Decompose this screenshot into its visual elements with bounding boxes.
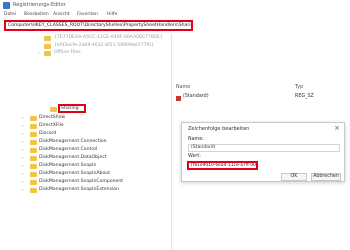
regedit-app-icon <box>3 2 10 9</box>
tree-item-label: DiskManagement.DataObject <box>39 155 107 160</box>
chevron-right-icon[interactable]: › <box>22 122 24 130</box>
folder-icon <box>30 124 37 129</box>
values-header: Name Typ <box>172 85 350 93</box>
edit-string-dialog: Zeichenfolge bearbeiten × Name: (Standar… <box>181 122 345 182</box>
chevron-right-icon[interactable]: › <box>22 138 24 146</box>
tree-item-label: DiskManagement.Connection <box>39 139 107 144</box>
chevron-right-icon[interactable]: › <box>22 114 24 122</box>
menu-view[interactable]: Ansicht <box>53 11 70 19</box>
chevron-right-icon[interactable]: › <box>22 186 24 194</box>
folder-icon <box>30 156 37 161</box>
folder-icon <box>44 36 51 41</box>
ok-button[interactable]: OK <box>281 173 307 181</box>
folder-icon <box>30 164 37 169</box>
column-header-name[interactable]: Name <box>176 85 190 90</box>
folder-icon <box>30 148 37 153</box>
folder-icon <box>30 172 37 177</box>
folder-icon <box>30 188 37 193</box>
cancel-button[interactable]: Abbrechen <box>311 173 341 181</box>
pane-divider[interactable] <box>171 34 172 250</box>
address-bar[interactable]: Computer\HKEY_CLASSES_ROOT\DirectoryShel… <box>4 20 193 31</box>
name-field[interactable]: (Standard) <box>188 144 340 152</box>
value-label: Wert: <box>188 154 201 159</box>
chevron-right-icon[interactable]: › <box>22 154 24 162</box>
chevron-right-icon[interactable]: › <box>22 162 24 170</box>
folder-icon <box>30 132 37 137</box>
chevron-right-icon[interactable]: › <box>22 146 24 154</box>
menu-help[interactable]: Hilfe <box>107 11 117 19</box>
tree-item-label: DiskManagement.SnapInAbout <box>39 171 110 176</box>
tree-item-label: DiskManagement.Control <box>39 147 98 152</box>
name-label: Name: <box>188 137 204 142</box>
close-icon[interactable]: × <box>334 124 340 133</box>
tree-item-label: Discord <box>39 131 57 136</box>
chevron-right-icon[interactable]: › <box>22 130 24 138</box>
tree-item-label: DiskManagement.SnapInExtension <box>39 187 119 192</box>
chevron-right-icon[interactable]: › <box>22 178 24 186</box>
menu-bar: Datei Bearbeiten Ansicht Favoriten Hilfe <box>0 11 350 19</box>
menu-file[interactable]: Datei <box>4 11 16 19</box>
folder-icon <box>44 44 51 49</box>
registry-tree: {7E77DEAA-A5CC-11CE-A40F-00AA00C7760E} {… <box>0 34 170 250</box>
title-bar: Registrierungs-Editor <box>0 0 350 11</box>
chevron-right-icon[interactable]: › <box>38 49 40 57</box>
value-name: (Standard) <box>183 94 209 99</box>
folder-icon <box>50 107 57 112</box>
dialog-title: Zeichenfolge bearbeiten <box>188 126 250 132</box>
tree-item-label: DiskManagement.SnapInComponent <box>39 179 124 184</box>
tree-item-label: {7E77DEAA-A5CC-11CE-A40F-00AA00C7760E} <box>54 35 163 40</box>
menu-favorites[interactable]: Favoriten <box>77 11 98 19</box>
chevron-right-icon[interactable]: › <box>22 170 24 178</box>
value-row[interactable]: (Standard) REG_SZ <box>172 94 350 102</box>
address-path: Computer\HKEY_CLASSES_ROOT\DirectoryShel… <box>8 23 191 28</box>
selection-highlight <box>58 104 86 113</box>
window-title: Registrierungs-Editor <box>13 2 66 8</box>
tree-item-label: DirectShow <box>39 115 66 120</box>
folder-icon <box>44 51 51 56</box>
tree-item-label: Offline Files <box>54 50 81 55</box>
value-type: REG_SZ <box>295 94 314 99</box>
value-data-field[interactable]: {f81e9010-6ea4-11ce-a7ff-00aa003ca9f6} <box>187 161 258 170</box>
menu-edit[interactable]: Bearbeiten <box>24 11 49 19</box>
folder-icon <box>30 116 37 121</box>
tree-item-label: DirectXFile <box>39 123 64 128</box>
folder-icon <box>30 140 37 145</box>
folder-icon <box>30 180 37 185</box>
string-value-icon <box>176 96 181 101</box>
tree-item-label: DiskManagement.SnapIn <box>39 163 97 168</box>
column-header-type[interactable]: Typ <box>295 85 303 90</box>
